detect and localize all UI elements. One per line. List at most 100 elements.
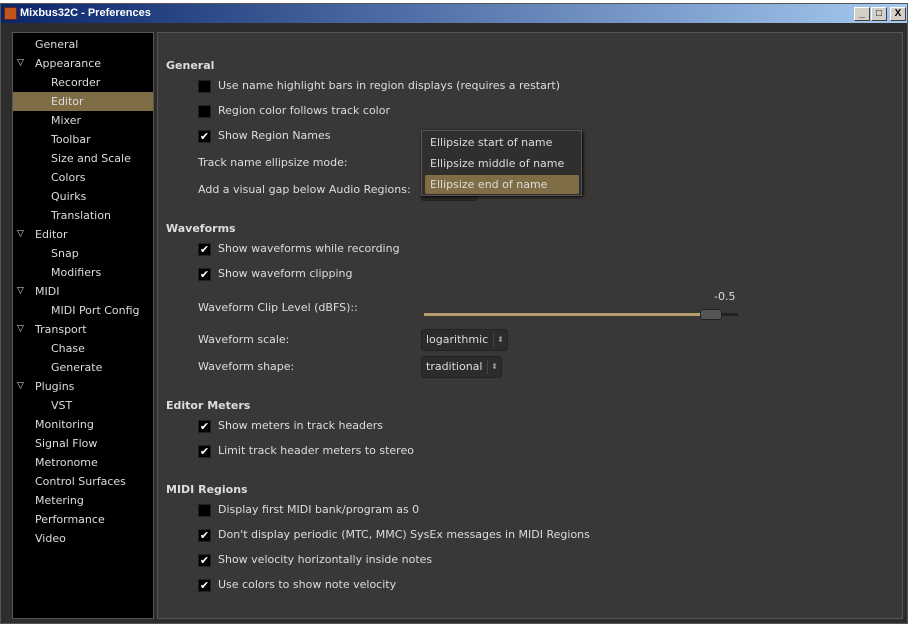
- expander-icon[interactable]: ▽: [17, 377, 24, 396]
- sidebar-item-label: Modifiers: [51, 266, 102, 279]
- option-label: Show waveforms while recording: [218, 242, 400, 255]
- dropdown-option[interactable]: Ellipsize end of name: [425, 175, 579, 194]
- sidebar-item-midi[interactable]: ▽ MIDI: [13, 282, 153, 301]
- sidebar-item-label: Performance: [35, 513, 105, 526]
- sidebar-item-label: Appearance: [35, 57, 102, 70]
- sidebar-item-vst[interactable]: VST: [13, 396, 153, 415]
- preferences-window: Mixbus32C - Preferences _ □ X General ▽ Ap…: [0, 3, 908, 624]
- sidebar-item-chase[interactable]: Chase: [13, 339, 153, 358]
- sidebar-item-recorder[interactable]: Recorder: [13, 73, 153, 92]
- sidebar-item-label: Colors: [51, 171, 86, 184]
- sidebar-item-metronome[interactable]: Metronome: [13, 453, 153, 472]
- waveform-scale-combo[interactable]: logarithmic ⬍: [421, 329, 508, 351]
- sidebar-item-size-and-scale[interactable]: Size and Scale: [13, 149, 153, 168]
- sidebar-item-label: Toolbar: [51, 133, 91, 146]
- combo-arrow-icon: ⬍: [493, 333, 507, 347]
- title-bar: Mixbus32C - Preferences _ □ X: [1, 4, 907, 23]
- sidebar-item-colors[interactable]: Colors: [13, 168, 153, 187]
- expander-icon[interactable]: ▽: [17, 54, 24, 73]
- checkbox[interactable]: [198, 105, 211, 118]
- sidebar-item-toolbar[interactable]: Toolbar: [13, 130, 153, 149]
- sidebar-item-midi-port-config[interactable]: MIDI Port Config: [13, 301, 153, 320]
- option-label: Show Region Names: [218, 129, 331, 142]
- checkbox[interactable]: ✔: [198, 445, 211, 458]
- sidebar-item-control-surfaces[interactable]: Control Surfaces: [13, 472, 153, 491]
- sidebar-item-editor[interactable]: Editor: [13, 92, 153, 111]
- waveform-scale-value: logarithmic: [426, 333, 489, 346]
- minimize-button[interactable]: _: [854, 7, 870, 21]
- sidebar-item-modifiers[interactable]: Modifiers: [13, 263, 153, 282]
- option-label: Use colors to show note velocity: [218, 578, 397, 591]
- sidebar-item-label: Metering: [35, 494, 84, 507]
- checkbox[interactable]: ✔: [198, 579, 211, 592]
- combo-arrow-icon: ⬍: [487, 360, 501, 374]
- waveform-shape-combo[interactable]: traditional ⬍: [421, 356, 502, 378]
- sidebar-item-label: Video: [35, 532, 66, 545]
- sidebar-item-signal-flow[interactable]: Signal Flow: [13, 434, 153, 453]
- sidebar-item-label: Metronome: [35, 456, 98, 469]
- sidebar-item-label: MIDI: [35, 285, 60, 298]
- sidebar-item-label: Generate: [51, 361, 103, 374]
- app-icon: [4, 7, 17, 20]
- sidebar-item-label: Monitoring: [35, 418, 94, 431]
- sidebar-item-appearance[interactable]: ▽ Appearance: [13, 54, 153, 73]
- sidebar-item-video[interactable]: Video: [13, 529, 153, 548]
- dropdown-option[interactable]: Ellipsize start of name: [425, 133, 579, 152]
- sidebar-item-label: Signal Flow: [35, 437, 98, 450]
- sidebar-item-editor[interactable]: ▽ Editor: [13, 225, 153, 244]
- sidebar-item-label: MIDI Port Config: [51, 304, 140, 317]
- checkbox[interactable]: ✔: [198, 130, 211, 143]
- dropdown-option[interactable]: Ellipsize middle of name: [425, 154, 579, 173]
- ellipsize-mode-label: Track name ellipsize mode:: [198, 156, 348, 169]
- sidebar-item-label: Plugins: [35, 380, 75, 393]
- checkbox[interactable]: ✔: [198, 420, 211, 433]
- checkbox[interactable]: [198, 80, 211, 93]
- sidebar-item-label: Recorder: [51, 76, 101, 89]
- option-label: Region color follows track color: [218, 104, 390, 117]
- sidebar-item-label: Editor: [51, 95, 84, 108]
- sidebar-item-performance[interactable]: Performance: [13, 510, 153, 529]
- sidebar-item-snap[interactable]: Snap: [13, 244, 153, 263]
- waveform-shape-value: traditional: [426, 360, 483, 373]
- sidebar-item-general[interactable]: General: [13, 35, 153, 54]
- sidebar-item-transport[interactable]: ▽ Transport: [13, 320, 153, 339]
- sidebar-item-label: Size and Scale: [51, 152, 131, 165]
- sidebar-item-label: VST: [51, 399, 73, 412]
- checkbox[interactable]: [198, 504, 211, 517]
- section-midi-regions-heading: MIDI Regions: [166, 483, 248, 496]
- slider-handle[interactable]: [700, 309, 723, 320]
- sidebar-item-label: Translation: [51, 209, 111, 222]
- section-general-heading: General: [166, 59, 215, 72]
- checkbox[interactable]: ✔: [198, 529, 211, 542]
- sidebar-item-translation[interactable]: Translation: [13, 206, 153, 225]
- option-label: Show velocity horizontally inside notes: [218, 553, 433, 566]
- option-label: Show waveform clipping: [218, 267, 353, 280]
- sidebar-item-mixer[interactable]: Mixer: [13, 111, 153, 130]
- expander-icon[interactable]: ▽: [17, 282, 24, 301]
- preferences-sidebar: General ▽ Appearance Recorder Editor Mixer Too…: [12, 32, 154, 619]
- checkbox[interactable]: ✔: [198, 268, 211, 281]
- expander-icon[interactable]: ▽: [17, 320, 24, 339]
- sidebar-item-label: Editor: [35, 228, 68, 241]
- option-label: Don't display periodic (MTC, MMC) SysEx …: [218, 528, 590, 541]
- sidebar-item-generate[interactable]: Generate: [13, 358, 153, 377]
- sidebar-item-quirks[interactable]: Quirks: [13, 187, 153, 206]
- clip-level-label: Waveform Clip Level (dBFS)::: [198, 301, 358, 314]
- checkbox[interactable]: ✔: [198, 554, 211, 567]
- close-button[interactable]: X: [890, 7, 906, 21]
- waveform-scale-label: Waveform scale:: [198, 333, 290, 346]
- sidebar-item-label: Chase: [51, 342, 85, 355]
- sidebar-item-plugins[interactable]: ▽ Plugins: [13, 377, 153, 396]
- maximize-button[interactable]: □: [871, 7, 887, 21]
- clip-level-slider[interactable]: [424, 308, 738, 322]
- sidebar-item-label: Snap: [51, 247, 79, 260]
- expander-icon[interactable]: ▽: [17, 225, 24, 244]
- checkbox[interactable]: ✔: [198, 243, 211, 256]
- sidebar-item-metering[interactable]: Metering: [13, 491, 153, 510]
- sidebar-item-monitoring[interactable]: Monitoring: [13, 415, 153, 434]
- audio-region-gap-label: Add a visual gap below Audio Regions:: [198, 183, 411, 196]
- sidebar-item-label: Mixer: [51, 114, 82, 127]
- option-label: Show meters in track headers: [218, 419, 383, 432]
- section-editor-meters-heading: Editor Meters: [166, 399, 251, 412]
- sidebar-item-label: Transport: [35, 323, 87, 336]
